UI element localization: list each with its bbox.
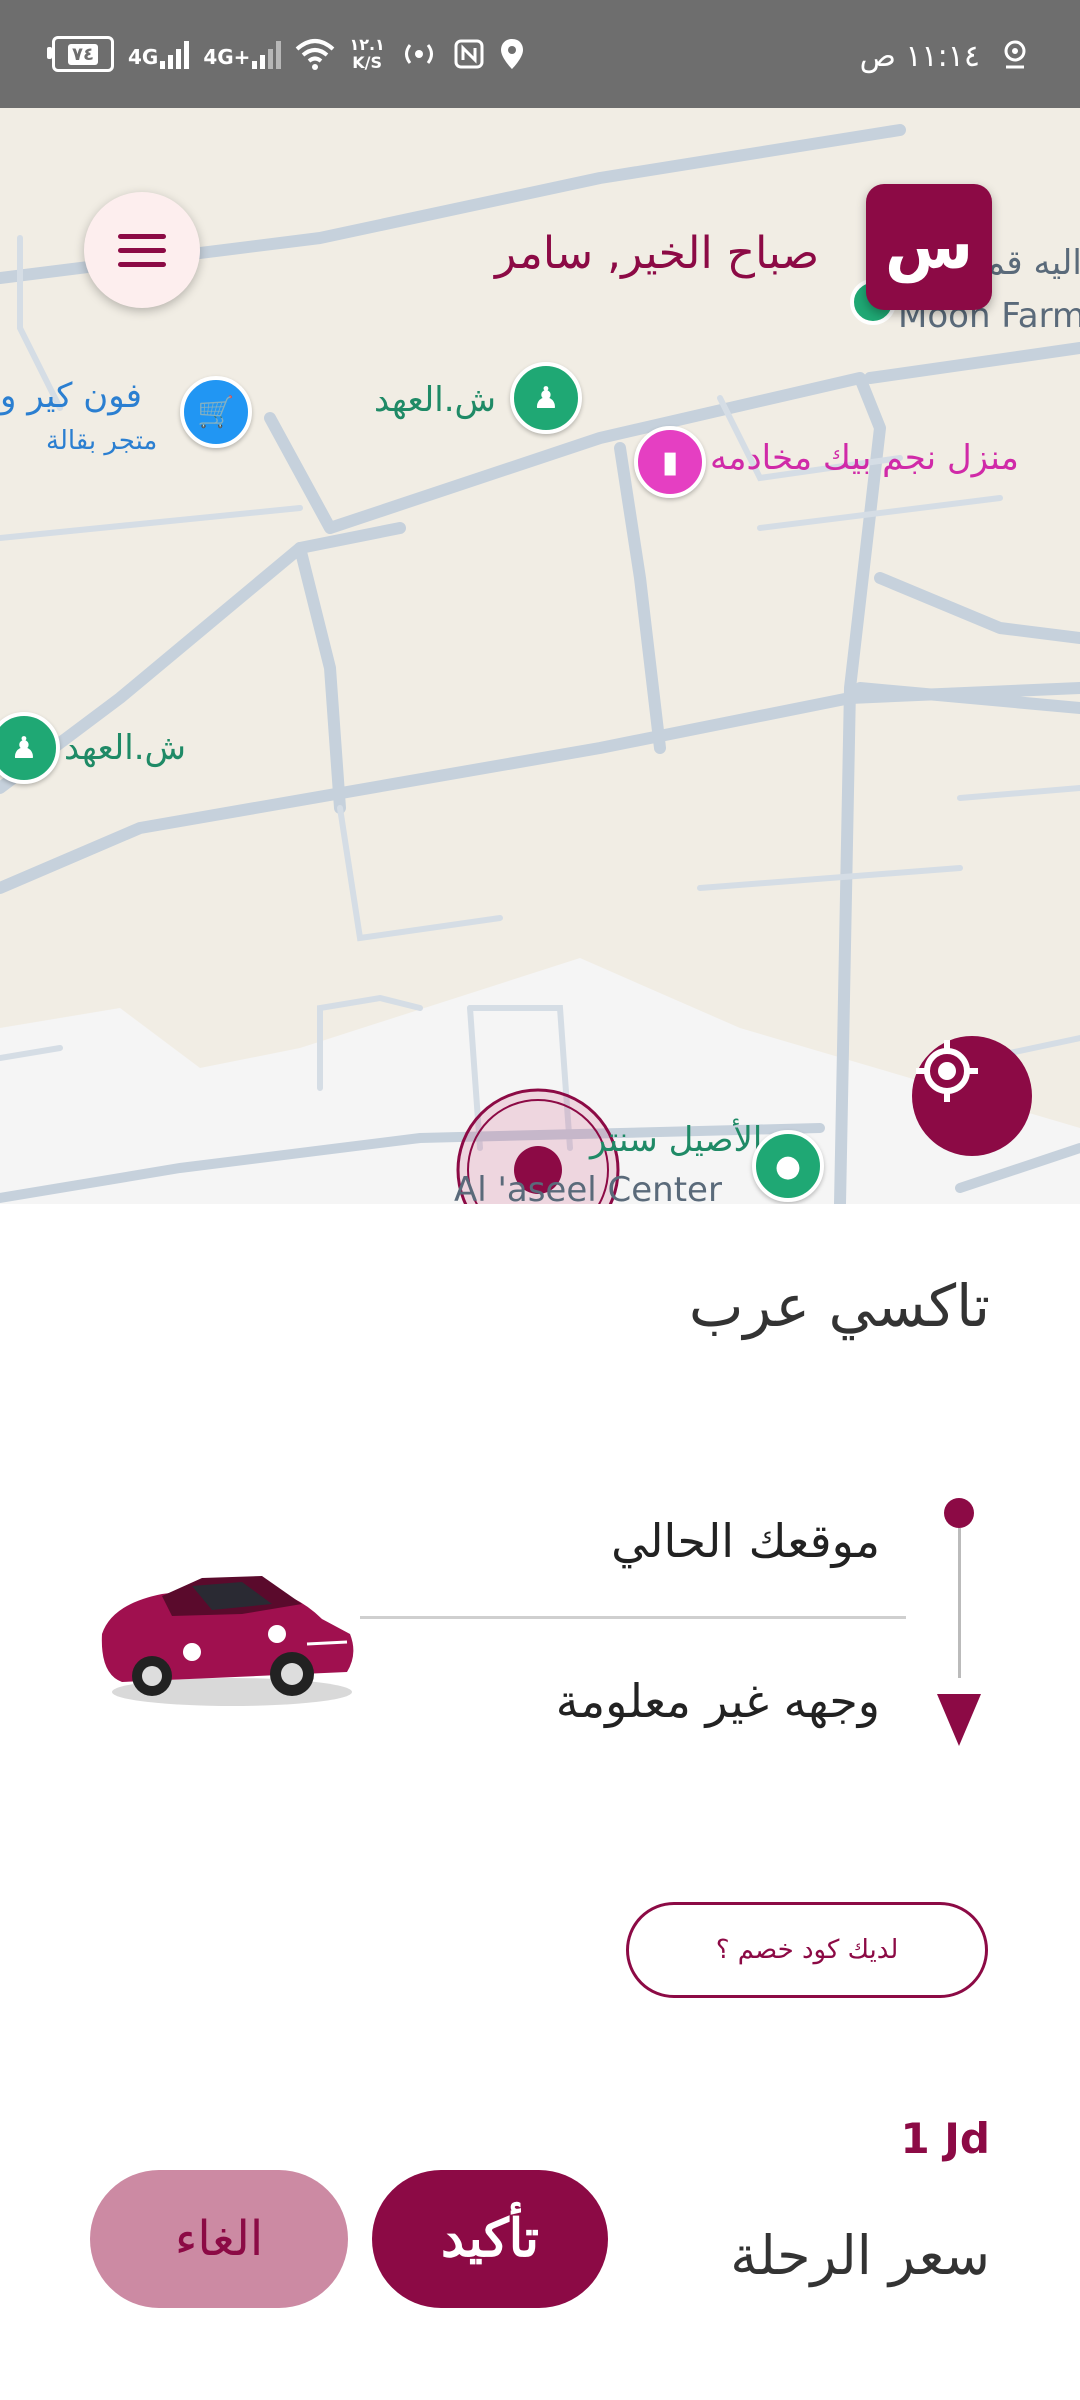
status-bar: ٧٤ 4G 4G+ ١٢.١ K/S ١١:١٤ ص: [0, 0, 1080, 108]
menu-icon-line: [118, 233, 166, 239]
trip-price-label: سعر الرحلة: [730, 2224, 990, 2287]
bed-icon[interactable]: ▮: [634, 426, 706, 498]
confirm-button[interactable]: تأكيد: [372, 2170, 608, 2308]
nfc-icon: [454, 39, 484, 69]
cancel-button[interactable]: الغاء: [90, 2170, 348, 2308]
map-label-center-en: Al 'aseel Center: [454, 1170, 722, 1204]
status-icons-right: ١١:١٤ ص: [860, 30, 1030, 82]
destination-arrow-icon: [937, 1694, 981, 1746]
pickup-location[interactable]: موقعك الحالي: [611, 1514, 880, 1568]
menu-icon-line: [118, 247, 166, 253]
menu-icon-line: [118, 261, 166, 267]
signal-icon-1: 4G: [128, 39, 190, 69]
signal-icon-2: 4G+: [203, 39, 282, 69]
car-image: [101, 1576, 354, 1706]
map-label-house: منزل نجم بيك مخادمه: [710, 438, 1019, 478]
hotspot-icon: [404, 44, 433, 64]
map-label-shop: فون كير و: [0, 376, 143, 416]
battery-icon: ٧٤: [47, 36, 114, 72]
trip-price-value: 1 Jd: [900, 2114, 990, 2163]
network-speed: ١٢.١ K/S: [349, 35, 385, 72]
avatar[interactable]: س: [866, 184, 992, 310]
destination-location[interactable]: وجهه غير معلومة: [556, 1674, 880, 1728]
clock: ١١:١٤ ص: [859, 38, 980, 74]
promo-code-button[interactable]: لديك كود خصم ؟: [626, 1902, 988, 1998]
location-icon: [500, 39, 523, 69]
route-section: موقعك الحالي وجهه غير معلومة: [0, 1484, 1080, 1784]
origin-dot-icon: [944, 1498, 974, 1528]
map-label-street-2: ش.العهد: [64, 728, 187, 768]
map-label-center-ar: الأصيل سنتر: [590, 1120, 763, 1160]
status-icons-left: ٧٤ 4G 4G+ ١٢.١ K/S: [47, 28, 525, 80]
map-view[interactable]: صباح الخير, سامر اليه قمر Moon Farm س فو…: [0, 108, 1080, 1204]
map-label-shop-type: متجر بقالة: [46, 426, 158, 456]
location-app-icon: [1004, 40, 1026, 69]
map-label-street-1: ش.العهد: [374, 380, 497, 420]
place-marker-center[interactable]: ●: [752, 1130, 824, 1202]
shopping-cart-icon[interactable]: 🛒: [180, 376, 252, 448]
ride-sheet: تاكسي عرب موقعك الحالي وجهه غير معلومة ل…: [0, 1204, 1080, 2400]
wifi-icon: [296, 39, 335, 70]
crosshair-icon: [916, 1040, 978, 1102]
menu-button[interactable]: [84, 192, 200, 308]
page-title: تاكسي عرب: [688, 1272, 990, 1340]
route-line: [958, 1528, 961, 1678]
greeting-text: صباح الخير, سامر: [495, 228, 820, 279]
divider: [360, 1616, 906, 1619]
my-location-button[interactable]: [912, 1036, 1032, 1156]
hiking-icon[interactable]: ♟: [510, 362, 582, 434]
